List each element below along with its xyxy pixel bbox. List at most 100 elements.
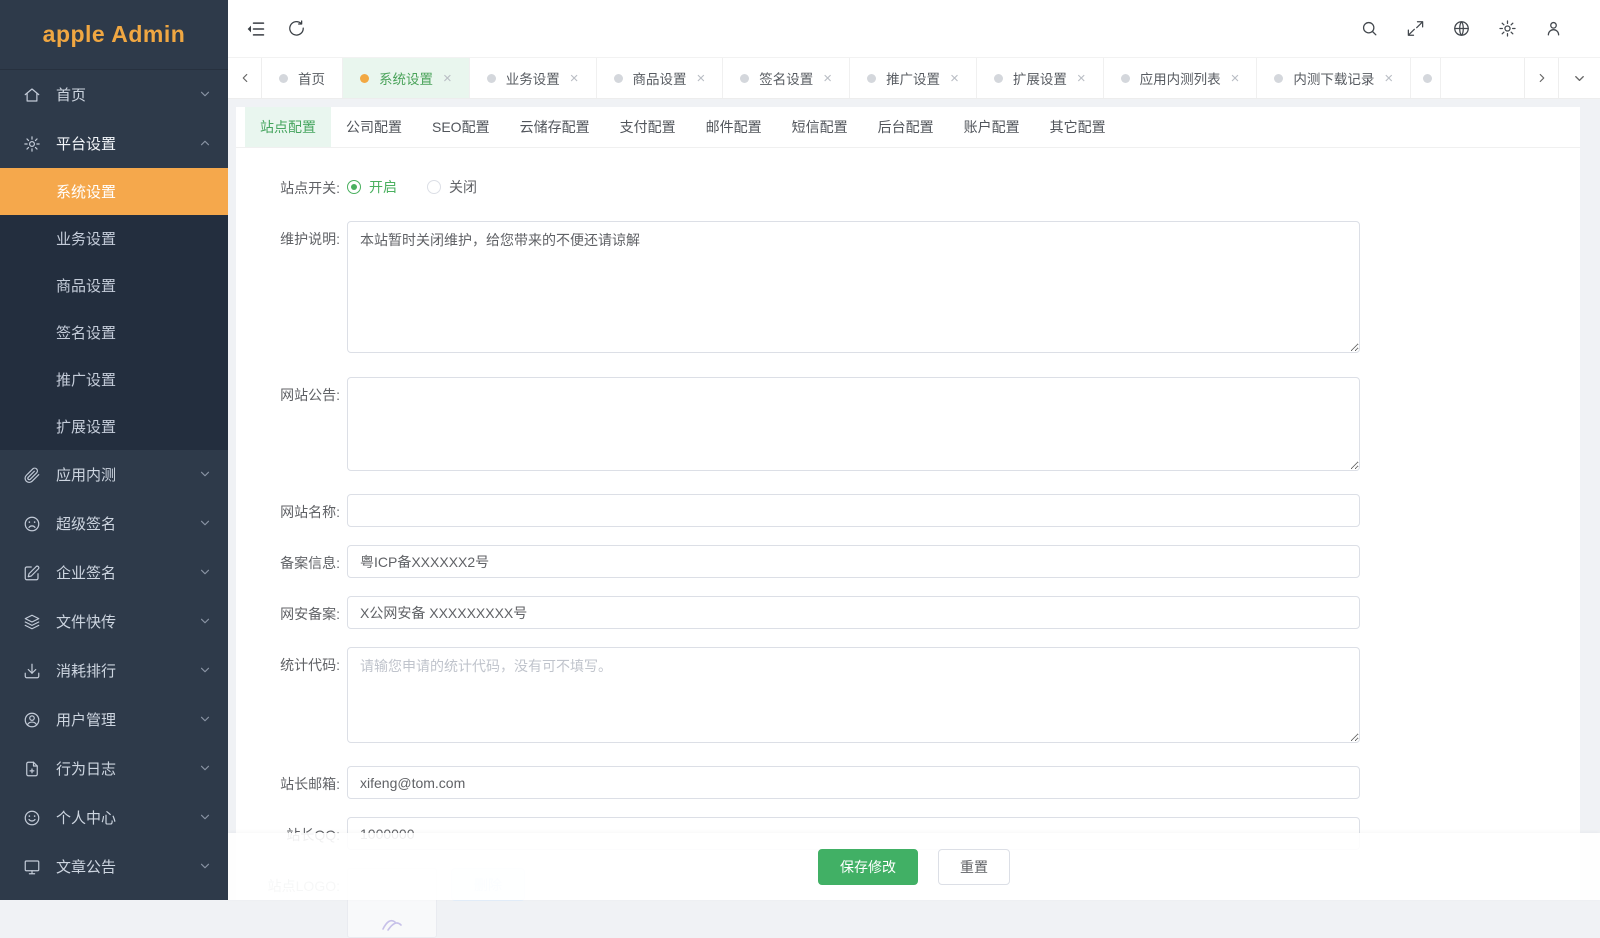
close-icon[interactable]: ×	[697, 71, 706, 86]
icp-input[interactable]	[347, 545, 1360, 578]
save-button[interactable]: 保存修改	[818, 849, 918, 885]
frown-icon	[22, 514, 42, 534]
close-icon[interactable]: ×	[570, 71, 579, 86]
sidebar-item-label: 首页	[56, 84, 198, 105]
radio-site-on[interactable]: 开启	[347, 177, 397, 197]
subtab-company-config[interactable]: 公司配置	[331, 107, 417, 147]
form-row-stats-code: 统计代码:	[236, 647, 1580, 748]
top-header	[228, 0, 1600, 57]
subtab-account-config[interactable]: 账户配置	[949, 107, 1035, 147]
globe-icon[interactable]	[1438, 9, 1484, 49]
field-label: 网站名称:	[236, 494, 340, 527]
site-name-input[interactable]	[347, 494, 1360, 527]
tab-dot	[740, 74, 749, 83]
config-subtabs: 站点配置 公司配置 SEO配置 云储存配置 支付配置 邮件配置 短信配置 后台配…	[236, 107, 1580, 148]
reset-button[interactable]: 重置	[938, 849, 1010, 885]
refresh-icon[interactable]	[276, 9, 316, 49]
chevron-left-icon[interactable]	[228, 58, 262, 98]
subtab-payment-config[interactable]: 支付配置	[605, 107, 691, 147]
submenu-item-business-settings[interactable]: 业务设置	[0, 215, 228, 262]
radio-circle-icon	[347, 180, 361, 194]
sidebar-item-personal-center[interactable]: 个人中心	[0, 793, 228, 842]
sidebar-item-label: 超级签名	[56, 513, 198, 534]
sidebar-item-app-beta[interactable]: 应用内测	[0, 450, 228, 499]
close-icon[interactable]: ×	[823, 71, 832, 86]
subtab-cloud-storage-config[interactable]: 云储存配置	[505, 107, 605, 147]
sidebar-item-super-signature[interactable]: 超级签名	[0, 499, 228, 548]
sidebar-item-behavior-log[interactable]: 行为日志	[0, 744, 228, 793]
sidebar-item-home[interactable]: 首页	[0, 70, 228, 119]
tab-dot	[994, 74, 1003, 83]
form-row-site-name: 网站名称:	[236, 494, 1580, 527]
field-label: 网站公告:	[236, 377, 340, 476]
sidebar-item-article-announcement[interactable]: 文章公告	[0, 842, 228, 891]
search-icon[interactable]	[1346, 9, 1392, 49]
sidebar-item-file-transfer[interactable]: 文件快传	[0, 597, 228, 646]
tab-partial[interactable]	[1411, 58, 1441, 98]
tab-business-settings[interactable]: 业务设置 ×	[470, 58, 597, 98]
tab-dot	[487, 74, 496, 83]
sidebar-item-label: 企业签名	[56, 562, 198, 583]
close-icon[interactable]: ×	[950, 71, 959, 86]
subtab-other-config[interactable]: 其它配置	[1035, 107, 1121, 147]
sidebar-item-enterprise-signature[interactable]: 企业签名	[0, 548, 228, 597]
tab-promotion-settings[interactable]: 推广设置 ×	[850, 58, 977, 98]
tab-dot	[614, 74, 623, 83]
sidebar-item-user-management[interactable]: 用户管理	[0, 695, 228, 744]
tab-beta-download-records[interactable]: 内测下载记录 ×	[1257, 58, 1411, 98]
page-scrollbar-gutter[interactable]	[1580, 99, 1600, 900]
submenu-item-signature-settings[interactable]: 签名设置	[0, 309, 228, 356]
tab-label: 签名设置	[759, 68, 813, 88]
settings-gear-icon[interactable]	[1484, 9, 1530, 49]
sidebar-item-label: 个人中心	[56, 807, 198, 828]
close-icon[interactable]: ×	[1384, 71, 1393, 86]
fullscreen-icon[interactable]	[1392, 9, 1438, 49]
tabs-scroll-area: 首页 系统设置 × 业务设置 × 商品设置 × 签名设置 × 推广设置 ×	[262, 58, 1524, 98]
menu-fold-icon[interactable]	[236, 9, 276, 49]
layers-icon	[22, 612, 42, 632]
police-record-input[interactable]	[347, 596, 1360, 629]
chevron-right-icon[interactable]	[1524, 58, 1558, 98]
tab-system-settings[interactable]: 系统设置 ×	[343, 58, 470, 98]
announcement-textarea[interactable]	[347, 377, 1360, 471]
tab-home[interactable]: 首页	[262, 58, 343, 98]
radio-site-off[interactable]: 关闭	[427, 177, 477, 197]
submenu-item-product-settings[interactable]: 商品设置	[0, 262, 228, 309]
tab-label: 系统设置	[379, 68, 433, 88]
sidebar-item-platform-settings[interactable]: 平台设置	[0, 119, 228, 168]
close-icon[interactable]: ×	[443, 71, 452, 86]
close-icon[interactable]: ×	[1077, 71, 1086, 86]
form-row-icp: 备案信息:	[236, 545, 1580, 578]
field-label: 站长邮箱:	[236, 766, 340, 799]
subtab-mail-config[interactable]: 邮件配置	[691, 107, 777, 147]
maintenance-textarea[interactable]: 本站暂时关闭维护，给您带来的不便还请谅解	[347, 221, 1360, 353]
file-plus-icon	[22, 759, 42, 779]
subtab-sms-config[interactable]: 短信配置	[777, 107, 863, 147]
form-row-announcement: 网站公告:	[236, 377, 1580, 476]
field-label: 统计代码:	[236, 647, 340, 748]
subtab-backend-config[interactable]: 后台配置	[863, 107, 949, 147]
tab-app-beta-list[interactable]: 应用内测列表 ×	[1104, 58, 1258, 98]
user-icon[interactable]	[1530, 9, 1576, 49]
email-field-wrap	[347, 766, 1360, 799]
chevron-down-icon	[198, 614, 214, 630]
field-label: 备案信息:	[236, 545, 340, 578]
tab-dot	[1423, 74, 1432, 83]
chevron-down-icon[interactable]	[1558, 58, 1600, 98]
tab-extension-settings[interactable]: 扩展设置 ×	[977, 58, 1104, 98]
chevron-down-icon	[198, 516, 214, 532]
submenu-item-extension-settings[interactable]: 扩展设置	[0, 403, 228, 450]
tab-label: 首页	[298, 68, 325, 88]
tab-signature-settings[interactable]: 签名设置 ×	[723, 58, 850, 98]
sidebar-item-consumption-ranking[interactable]: 消耗排行	[0, 646, 228, 695]
subtab-site-config[interactable]: 站点配置	[245, 107, 331, 147]
submenu-item-promotion-settings[interactable]: 推广设置	[0, 356, 228, 403]
webmaster-email-input[interactable]	[347, 766, 1360, 799]
close-icon[interactable]: ×	[1231, 71, 1240, 86]
sidebar-item-label: 用户管理	[56, 709, 198, 730]
stats-code-textarea[interactable]	[347, 647, 1360, 743]
tab-product-settings[interactable]: 商品设置 ×	[597, 58, 724, 98]
subtab-seo-config[interactable]: SEO配置	[417, 107, 505, 147]
submenu-item-system-settings[interactable]: 系统设置	[0, 168, 228, 215]
tab-label: 应用内测列表	[1140, 68, 1221, 88]
